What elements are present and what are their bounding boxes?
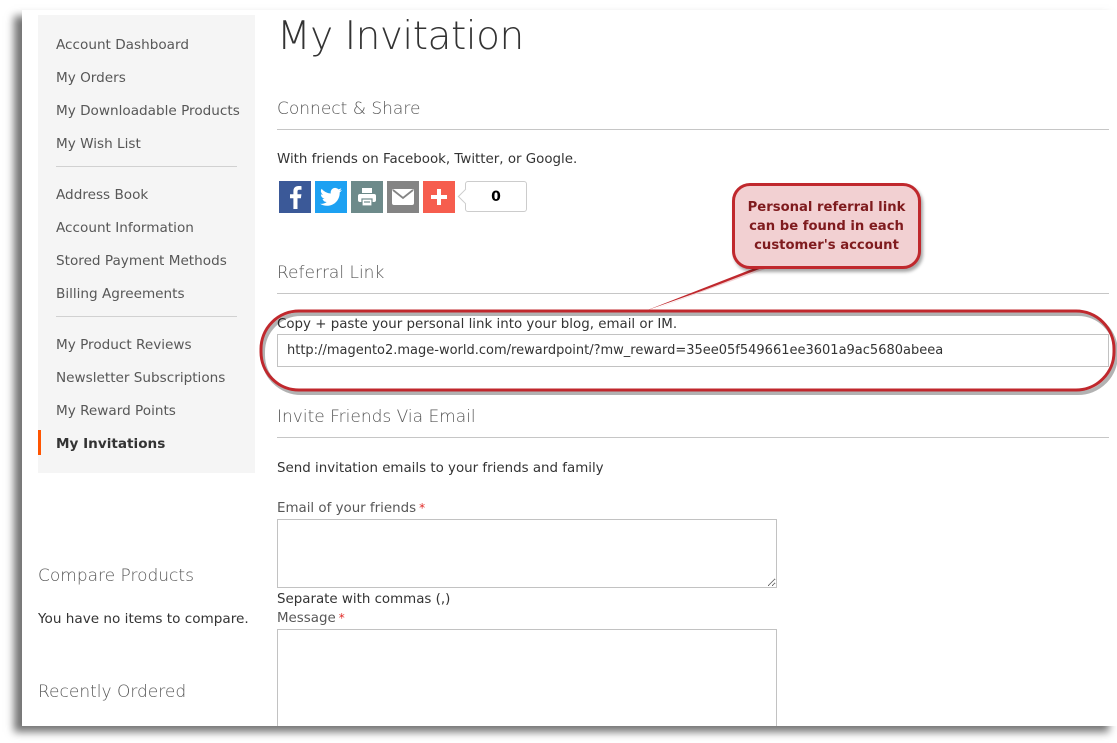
message-label-text: Message xyxy=(277,611,336,626)
sidebar-item-my-product-reviews[interactable]: My Product Reviews xyxy=(38,334,255,367)
facebook-share-button[interactable] xyxy=(279,181,311,213)
account-sidebar-nav: Account Dashboard My Orders My Downloada… xyxy=(38,15,255,473)
facebook-icon xyxy=(290,186,302,209)
referral-link-field[interactable]: http://magento2.mage-world.com/rewardpoi… xyxy=(277,334,1109,367)
email-icon xyxy=(392,189,414,205)
page-title: My Invitation xyxy=(277,14,524,59)
sidebar-item-my-downloadable-products[interactable]: My Downloadable Products xyxy=(38,100,255,133)
connect-share-title: Connect & Share xyxy=(277,99,1109,130)
message-textarea[interactable] xyxy=(277,629,777,726)
sidebar-item-stored-payment-methods[interactable]: Stored Payment Methods xyxy=(38,250,255,283)
compare-products-empty-text: You have no items to compare. xyxy=(38,611,249,627)
required-asterisk: * xyxy=(338,611,345,625)
callout-text: Personal referral link can be found in e… xyxy=(747,199,906,253)
referral-link-hint: Copy + paste your personal link into you… xyxy=(277,317,678,332)
nav-divider xyxy=(56,316,237,317)
screenshot-frame: Account Dashboard My Orders My Downloada… xyxy=(22,10,1117,726)
sidebar-item-address-book[interactable]: Address Book xyxy=(38,184,255,217)
print-button[interactable] xyxy=(351,181,383,213)
email-field-label: Email of your friends * xyxy=(277,501,425,516)
sidebar-item-my-invitations[interactable]: My Invitations xyxy=(38,430,255,466)
plus-icon xyxy=(431,189,447,205)
twitter-icon xyxy=(320,187,342,206)
sidebar-item-my-wish-list[interactable]: My Wish List xyxy=(38,133,255,166)
referral-link-title: Referral Link xyxy=(277,263,1109,294)
connect-share-text: With friends on Facebook, Twitter, or Go… xyxy=(277,152,578,167)
nav-divider xyxy=(56,166,237,167)
share-count-badge: 0 xyxy=(465,181,527,212)
compare-products-title: Compare Products xyxy=(38,566,194,586)
invite-friends-title: Invite Friends Via Email xyxy=(277,407,1109,438)
sidebar-item-account-dashboard[interactable]: Account Dashboard xyxy=(38,34,255,67)
friends-email-textarea[interactable] xyxy=(277,519,777,588)
twitter-share-button[interactable] xyxy=(315,181,347,213)
email-separator-note: Separate with commas (,) xyxy=(277,592,451,607)
sidebar-item-account-information[interactable]: Account Information xyxy=(38,217,255,250)
recently-ordered-title: Recently Ordered xyxy=(38,682,187,702)
email-share-button[interactable] xyxy=(387,181,419,213)
message-field-label: Message * xyxy=(277,611,345,626)
sidebar-item-billing-agreements[interactable]: Billing Agreements xyxy=(38,283,255,316)
invite-friends-text: Send invitation emails to your friends a… xyxy=(277,461,604,476)
print-icon xyxy=(358,188,376,207)
annotation-callout: Personal referral link can be found in e… xyxy=(732,183,921,269)
sidebar-item-my-reward-points[interactable]: My Reward Points xyxy=(38,400,255,433)
email-label-text: Email of your friends xyxy=(277,501,417,516)
sidebar-item-my-orders[interactable]: My Orders xyxy=(38,67,255,100)
share-toolbar: 0 xyxy=(279,181,527,213)
sidebar-item-newsletter-subscriptions[interactable]: Newsletter Subscriptions xyxy=(38,367,255,400)
required-asterisk: * xyxy=(419,501,426,515)
more-share-button[interactable] xyxy=(423,181,455,213)
